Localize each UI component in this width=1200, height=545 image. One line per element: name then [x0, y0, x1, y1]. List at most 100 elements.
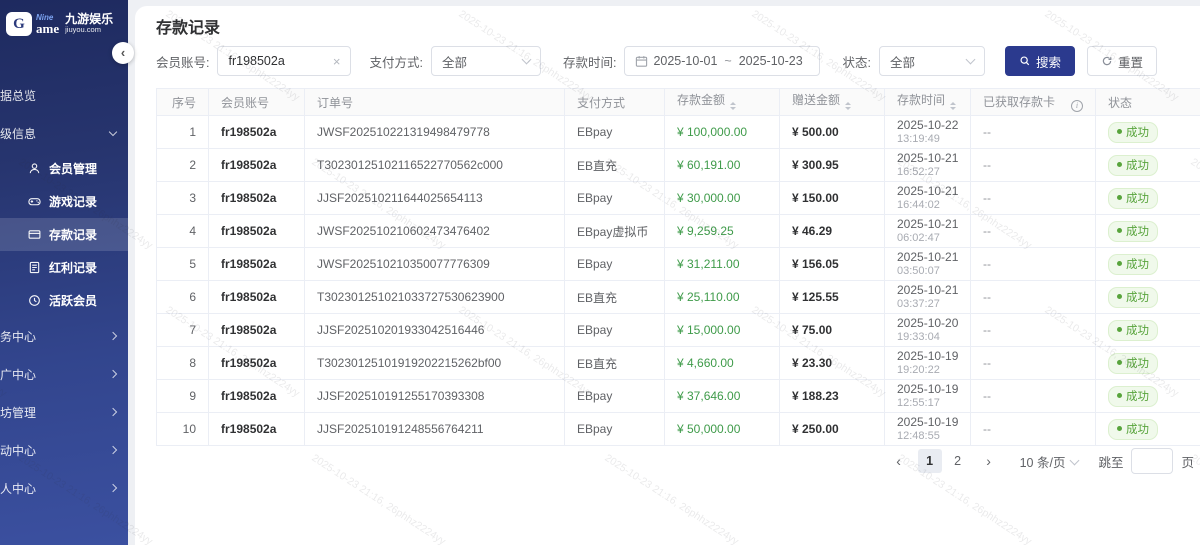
- info-icon[interactable]: i: [1071, 100, 1083, 112]
- sidebar-item-bonus-records[interactable]: 红利记录: [0, 251, 128, 284]
- cell-bonus-amount: ¥ 156.05: [780, 248, 885, 281]
- sidebar-item-sub-info[interactable]: 级信息: [0, 114, 128, 152]
- sidebar-item-label: 人中心: [0, 480, 36, 497]
- date-end: 2025-10-23: [739, 54, 803, 68]
- sidebar-menu: 据总览级信息会员管理游戏记录存款记录红利记录活跃会员务中心广中心坊管理动中心人中…: [0, 76, 128, 507]
- sidebar-collapse-button[interactable]: ‹: [112, 42, 134, 64]
- cell-account: fr198502a: [209, 116, 305, 149]
- pay-method-select[interactable]: 全部: [431, 46, 541, 76]
- page-button-1[interactable]: 1: [918, 449, 942, 473]
- sidebar-item-active-members[interactable]: 活跃会员: [0, 284, 128, 317]
- page-button-2[interactable]: 2: [946, 449, 970, 473]
- cell-index: 10: [157, 413, 209, 446]
- sidebar-item-personal-center[interactable]: 人中心: [0, 469, 128, 507]
- table-row: 6fr198502aT302301251021033727530623900EB…: [157, 281, 1200, 314]
- cell-deposit-amount: ¥ 100,000.00: [665, 116, 780, 149]
- sidebar-item-label: 坊管理: [0, 404, 36, 421]
- reset-button[interactable]: 重置: [1087, 46, 1157, 76]
- deposit-records-table: 序号会员账号订单号支付方式存款金额赠送金额存款时间已获取存款卡i状态1fr198…: [156, 88, 1200, 446]
- cell-deposit-time: 2025-10-2103:50:07: [885, 248, 971, 281]
- sidebar-item-activity-center[interactable]: 动中心: [0, 431, 128, 469]
- status-badge: 成功: [1108, 155, 1158, 176]
- cell-status: 成功: [1096, 281, 1200, 314]
- table-row: 3fr198502aJJSF202510211644025654113EBpay…: [157, 182, 1200, 215]
- cell-deposit-card: --: [971, 314, 1096, 347]
- column-header: 已获取存款卡i: [971, 89, 1096, 116]
- content-panel: 存款记录 会员账号: fr198502a × 支付方式: 全部 存款时间:: [135, 6, 1200, 545]
- sidebar: G Nine ame 九游娱乐 jiuyou.com 据总览级信息会员管理游戏记…: [0, 0, 128, 545]
- cell-pay-method: EBpay: [565, 182, 665, 215]
- cell-deposit-amount: ¥ 37,646.00: [665, 380, 780, 413]
- sidebar-item-overview[interactable]: 据总览: [0, 76, 128, 114]
- chevron-down-icon: [965, 55, 975, 65]
- cell-deposit-amount: ¥ 31,211.00: [665, 248, 780, 281]
- column-header[interactable]: 赠送金额: [780, 89, 885, 116]
- chevron-right-icon: [109, 408, 117, 416]
- chevron-down-icon: [522, 55, 532, 65]
- brand-name-bottom: ame: [36, 22, 59, 35]
- pagination: ‹ 12 › 10 条/页 跳至 页: [888, 447, 1194, 475]
- prev-page-button[interactable]: ‹: [888, 453, 910, 469]
- cell-pay-method: EBpay: [565, 248, 665, 281]
- deposit-time-range-picker[interactable]: 2025-10-01 ~ 2025-10-23: [624, 46, 820, 76]
- brand-logo[interactable]: G Nine ame 九游娱乐 jiuyou.com: [0, 0, 128, 36]
- sidebar-item-promo-center[interactable]: 广中心: [0, 355, 128, 393]
- cell-deposit-card: --: [971, 347, 1096, 380]
- sidebar-item-label: 活跃会员: [49, 292, 97, 309]
- cell-deposit-time: 2025-10-1919:20:22: [885, 347, 971, 380]
- chevron-left-icon: ‹: [121, 45, 125, 60]
- cell-deposit-amount: ¥ 25,110.00: [665, 281, 780, 314]
- sort-icon[interactable]: [730, 99, 736, 113]
- table-header-row: 序号会员账号订单号支付方式存款金额赠送金额存款时间已获取存款卡i状态: [157, 89, 1200, 116]
- sidebar-item-member-mgmt[interactable]: 会员管理: [0, 152, 128, 185]
- member-account-input[interactable]: fr198502a ×: [217, 46, 351, 76]
- sidebar-item-venue-mgmt[interactable]: 坊管理: [0, 393, 128, 431]
- cell-account: fr198502a: [209, 149, 305, 182]
- sidebar-item-finance-center[interactable]: 务中心: [0, 317, 128, 355]
- cell-deposit-amount: ¥ 4,660.00: [665, 347, 780, 380]
- status-select[interactable]: 全部: [879, 46, 985, 76]
- sidebar-item-deposit-records[interactable]: 存款记录: [0, 218, 128, 251]
- cell-deposit-card: --: [971, 116, 1096, 149]
- clear-icon[interactable]: ×: [333, 54, 341, 69]
- cell-index: 4: [157, 215, 209, 248]
- app-root: G Nine ame 九游娱乐 jiuyou.com 据总览级信息会员管理游戏记…: [0, 0, 1200, 545]
- sidebar-item-game-records[interactable]: 游戏记录: [0, 185, 128, 218]
- column-header[interactable]: 存款金额: [665, 89, 780, 116]
- cell-status: 成功: [1096, 248, 1200, 281]
- sort-icon[interactable]: [950, 99, 956, 113]
- search-button[interactable]: 搜索: [1005, 46, 1075, 76]
- cell-index: 6: [157, 281, 209, 314]
- jump-page-input[interactable]: [1131, 448, 1173, 474]
- brand-logo-icon: G: [6, 12, 32, 36]
- cell-bonus-amount: ¥ 500.00: [780, 116, 885, 149]
- main-area: 存款记录 会员账号: fr198502a × 支付方式: 全部 存款时间:: [128, 0, 1200, 545]
- chevron-down-icon: [109, 127, 117, 135]
- cell-deposit-card: --: [971, 149, 1096, 182]
- card-icon: [28, 228, 41, 241]
- status-badge: 成功: [1108, 188, 1158, 209]
- cell-status: 成功: [1096, 413, 1200, 446]
- chevron-right-icon: [109, 370, 117, 378]
- table-row: 9fr198502aJJSF202510191255170393308EBpay…: [157, 380, 1200, 413]
- cell-deposit-time: 2025-10-1912:48:55: [885, 413, 971, 446]
- cell-pay-method: EBpay: [565, 380, 665, 413]
- gamepad-icon: [28, 195, 41, 208]
- page-size-select[interactable]: 10 条/页: [1020, 452, 1079, 471]
- cell-deposit-amount: ¥ 15,000.00: [665, 314, 780, 347]
- cell-bonus-amount: ¥ 75.00: [780, 314, 885, 347]
- column-header[interactable]: 存款时间: [885, 89, 971, 116]
- cell-pay-method: EB直充: [565, 281, 665, 314]
- status-badge: 成功: [1108, 221, 1158, 242]
- table-row: 4fr198502aJWSF202510210602473476402EBpay…: [157, 215, 1200, 248]
- cell-deposit-time: 2025-10-2116:44:02: [885, 182, 971, 215]
- cell-deposit-time: 2025-10-2106:02:47: [885, 215, 971, 248]
- cell-bonus-amount: ¥ 188.23: [780, 380, 885, 413]
- sort-icon[interactable]: [845, 99, 851, 113]
- table-row: 1fr198502aJWSF202510221319498479778EBpay…: [157, 116, 1200, 149]
- cell-deposit-card: --: [971, 413, 1096, 446]
- chevron-right-icon: [109, 484, 117, 492]
- next-page-button[interactable]: ›: [978, 453, 1000, 469]
- cell-index: 5: [157, 248, 209, 281]
- sidebar-item-label: 据总览: [0, 87, 36, 104]
